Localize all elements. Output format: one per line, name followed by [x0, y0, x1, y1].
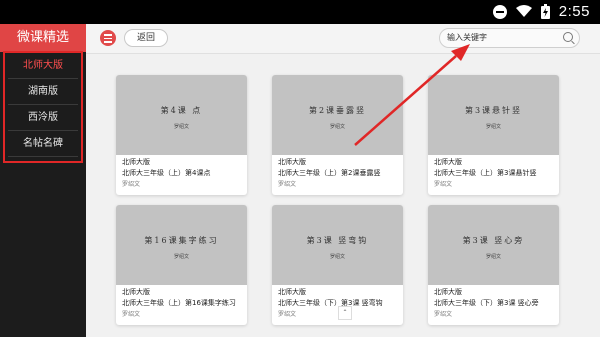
course-card[interactable]: 第3课 竖心旁 罗绍文 北师大版 北师大三年级（下）第3课 竖心旁 罗绍文 — [428, 205, 559, 325]
thumbnail-author: 罗绍文 — [485, 254, 501, 260]
card-edition: 北师大版 — [434, 158, 462, 166]
search-input[interactable] — [447, 30, 557, 44]
thumbnail-title: 第3课悬针竖 — [464, 106, 523, 115]
app-title: 微课精选 — [0, 24, 86, 52]
thumbnail-author: 罗绍文 — [173, 124, 189, 130]
card-author: 罗绍文 — [278, 181, 297, 188]
course-card[interactable]: 第4课 点 罗绍文 北师大版 北师大三年级（上）第4课点 罗绍文 — [116, 75, 247, 195]
sidebar-item-hunan[interactable]: 湖南版 — [8, 79, 78, 105]
back-button[interactable]: 返回 — [124, 29, 168, 47]
card-title: 北师大三年级（下）第3课 竖心旁 — [434, 299, 539, 307]
course-card[interactable]: 第3课悬针竖 罗绍文 北师大版 北师大三年级（上）第3课悬针竖 罗绍文 — [428, 75, 559, 195]
list-icon[interactable] — [100, 30, 116, 46]
top-bar: 返回 — [86, 24, 600, 54]
sidebar-menu: 北师大版 湖南版 西泠版 名帖名碑 — [3, 51, 83, 163]
thumbnail-author: 罗绍文 — [329, 124, 345, 130]
course-card[interactable]: 第2课垂露竖 罗绍文 北师大版 北师大三年级（上）第2课垂露竖 罗绍文 — [272, 75, 403, 195]
scroll-handle[interactable]: ⌃ — [338, 306, 352, 320]
course-thumbnail: 第3课悬针竖 罗绍文 — [428, 75, 559, 155]
sidebar: 微课精选 北师大版 湖南版 西泠版 名帖名碑 — [0, 24, 86, 337]
course-thumbnail: 第3课 竖心旁 罗绍文 — [428, 205, 559, 285]
card-author: 罗绍文 — [122, 181, 141, 188]
thumbnail-title: 第2课垂露竖 — [308, 106, 367, 115]
search-icon[interactable] — [563, 32, 573, 42]
card-title: 北师大三年级（上）第3课悬针竖 — [434, 169, 537, 177]
card-edition: 北师大版 — [278, 158, 306, 166]
status-clock: 2:55 — [558, 3, 590, 20]
thumbnail-author: 罗绍文 — [329, 254, 345, 260]
sidebar-item-xiling[interactable]: 西泠版 — [8, 105, 78, 131]
status-icons: 2:55 — [492, 3, 590, 20]
card-edition: 北师大版 — [122, 288, 150, 296]
thumbnail-title: 第3课 竖弯钩 — [306, 236, 369, 245]
search-box — [439, 28, 580, 48]
course-thumbnail: 第2课垂露竖 罗绍文 — [272, 75, 403, 155]
card-edition: 北师大版 — [122, 158, 150, 166]
card-title: 北师大三年级（下）第3课 竖弯钩 — [278, 299, 383, 307]
card-edition: 北师大版 — [278, 288, 306, 296]
card-author: 罗绍文 — [434, 181, 453, 188]
card-author: 罗绍文 — [434, 311, 453, 318]
card-title: 北师大三年级（上）第16课集字练习 — [122, 299, 236, 307]
course-card[interactable]: 第16课集字练习 罗绍文 北师大版 北师大三年级（上）第16课集字练习 罗绍文 — [116, 205, 247, 325]
thumbnail-author: 罗绍文 — [173, 254, 189, 260]
thumbnail-author: 罗绍文 — [485, 124, 501, 130]
card-edition: 北师大版 — [434, 288, 462, 296]
course-thumbnail: 第3课 竖弯钩 罗绍文 — [272, 205, 403, 285]
card-author: 罗绍文 — [122, 311, 141, 318]
status-bar: 2:55 — [0, 0, 600, 24]
course-thumbnail: 第4课 点 罗绍文 — [116, 75, 247, 155]
sidebar-item-beishida[interactable]: 北师大版 — [8, 53, 78, 79]
card-title: 北师大三年级（上）第2课垂露竖 — [278, 169, 381, 177]
thumbnail-title: 第4课 点 — [160, 106, 203, 115]
sidebar-item-mingtie[interactable]: 名帖名碑 — [8, 131, 78, 157]
card-author: 罗绍文 — [278, 311, 297, 318]
wifi-icon — [515, 5, 532, 17]
card-title: 北师大三年级（上）第4课点 — [122, 169, 211, 177]
battery-icon — [540, 4, 550, 19]
thumbnail-title: 第3课 竖心旁 — [462, 236, 525, 245]
course-thumbnail: 第16课集字练习 罗绍文 — [116, 205, 247, 285]
do-not-disturb-icon — [492, 4, 507, 19]
thumbnail-title: 第16课集字练习 — [144, 236, 219, 245]
